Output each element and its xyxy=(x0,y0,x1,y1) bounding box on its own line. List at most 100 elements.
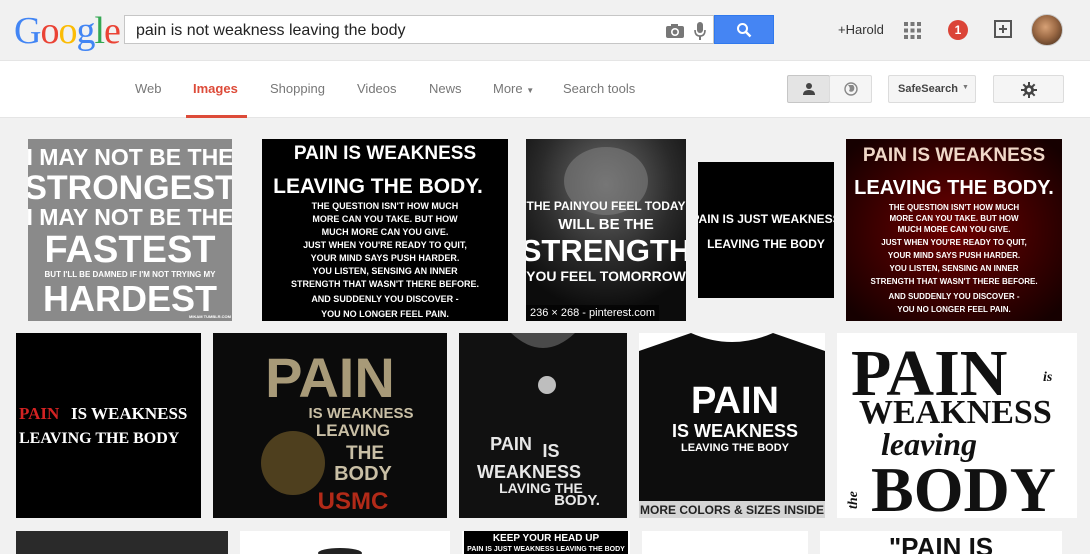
image-result[interactable] xyxy=(240,531,450,554)
logo-letter: l xyxy=(94,10,105,52)
image-text: KEEP YOUR HEAD UP xyxy=(493,533,600,544)
search-button[interactable] xyxy=(714,15,774,44)
image-thumbnail: PAIN IS WEAKNESS LEAVING THE BODY MORE C… xyxy=(639,333,825,518)
image-text: BODY xyxy=(334,463,392,485)
safesearch-label: SafeSearch xyxy=(898,83,958,95)
user-link[interactable]: +Harold xyxy=(838,22,884,37)
tab-web[interactable]: Web xyxy=(135,81,162,96)
image-result[interactable]: PAIN IS WEAKNESS LEAVING THE BODY USMC xyxy=(213,333,447,518)
image-text: I MAY NOT BE THE xyxy=(28,144,232,170)
image-thumbnail xyxy=(16,531,228,554)
image-text: "PAIN IS xyxy=(889,532,993,554)
image-result[interactable]: PAIN IS WEAKNESS LEAVING THE BODY. THE Q… xyxy=(846,139,1062,321)
image-text: MUCH MORE CAN YOU GIVE. xyxy=(898,225,1011,234)
image-thumbnail: PAIN IS WEAKNESS LEAVING THE BODY. THE Q… xyxy=(262,139,508,321)
image-result[interactable]: PAIN IS WEAKNESS LEAVING THE BODY. THE Q… xyxy=(262,139,508,321)
image-text: PAIN IS JUST WEAKNESS xyxy=(698,212,834,226)
image-text: IS WEAKNESS xyxy=(672,421,798,441)
image-result[interactable]: PAIN IS WEAKNESS LEAVING THE BODY xyxy=(16,333,201,518)
camera-icon[interactable] xyxy=(665,23,685,39)
image-result[interactable] xyxy=(16,531,228,554)
image-text: MORE CAN YOU TAKE. BUT HOW xyxy=(889,214,1018,223)
active-tab-indicator xyxy=(186,115,247,118)
avatar[interactable] xyxy=(1031,14,1063,46)
image-text: PAIN xyxy=(265,346,395,409)
image-text: THE QUESTION ISN'T HOW MUCH xyxy=(889,203,1020,212)
image-text: WEAKNESS xyxy=(477,462,581,482)
tab-shopping[interactable]: Shopping xyxy=(270,81,325,96)
search-icon xyxy=(737,23,752,38)
image-result[interactable]: PAIN IS WEAKNESS LEAVING THE BODY MORE C… xyxy=(639,333,825,518)
image-result[interactable]: KEEP YOUR HEAD UP PAIN IS JUST WEAKNESS … xyxy=(462,531,630,554)
tab-search-tools[interactable]: Search tools xyxy=(563,81,635,96)
image-thumbnail: PAIN IS JUST WEAKNESS LEAVING THE BODY xyxy=(698,162,834,298)
microphone-icon[interactable] xyxy=(693,21,707,41)
image-text: STRONGEST xyxy=(28,169,232,207)
logo-letter: e xyxy=(104,10,121,52)
tab-videos[interactable]: Videos xyxy=(357,81,397,96)
tab-news[interactable]: News xyxy=(429,81,462,96)
image-text: HARDEST xyxy=(43,278,217,319)
tab-more[interactable]: More ▼ xyxy=(493,81,534,96)
image-text: PAIN xyxy=(490,434,532,454)
apps-grid-icon[interactable] xyxy=(904,22,921,39)
image-thumbnail: PAIN IS WEAKNESS LEAVING THE BODY USMC xyxy=(213,333,447,518)
logo-letter: o xyxy=(58,10,77,52)
image-thumbnail: PAIN IS WEAKNESS LEAVING THE BODY. THE Q… xyxy=(846,139,1062,321)
search-input[interactable]: pain is not weakness leaving the body xyxy=(124,15,714,44)
image-text: the xyxy=(846,491,861,509)
image-result[interactable]: I MAY NOT BE THE STRONGEST I MAY NOT BE … xyxy=(28,139,232,321)
image-text: MORE CAN YOU TAKE. BUT HOW xyxy=(312,214,458,224)
image-text: YOU NO LONGER FEEL PAIN. xyxy=(321,309,449,319)
image-result[interactable]: THE PAINYOU FEEL TODAY WILL BE THE STREN… xyxy=(526,139,686,321)
image-text: I MAY NOT BE THE xyxy=(28,204,232,230)
image-caption: 236 × 268 - pinterest.com xyxy=(526,305,660,321)
image-text: LEAVING THE BODY. xyxy=(854,177,1054,199)
image-text: LEAVING THE BODY xyxy=(19,430,180,447)
image-result[interactable] xyxy=(642,531,808,554)
safesearch-dropdown[interactable]: SafeSearch ▼ xyxy=(888,75,976,103)
global-results-button[interactable] xyxy=(829,75,872,103)
tab-images[interactable]: Images xyxy=(193,81,238,96)
image-result[interactable]: PAIN IS WEAKNESS LAVING THE BODY. xyxy=(459,333,627,518)
search-nav-bar: Web Images Shopping Videos News More ▼ S… xyxy=(0,60,1090,118)
image-text: IS WEAKNESS xyxy=(71,404,187,423)
google-logo[interactable]: Google xyxy=(14,10,121,52)
image-thumbnail xyxy=(642,531,808,554)
image-text: YOU LISTEN, SENSING AN INNER xyxy=(312,266,458,276)
image-thumbnail: PAIN IS WEAKNESS LEAVING THE BODY xyxy=(16,333,201,518)
image-text: THE xyxy=(346,443,384,464)
image-text: IS WEAKNESS xyxy=(308,405,413,422)
image-text: STRENGTH xyxy=(526,233,686,268)
image-text: YOU LISTEN, SENSING AN INNER xyxy=(889,264,1018,273)
image-thumbnail: PAIN IS WEAKNESS LAVING THE BODY. xyxy=(459,333,627,518)
top-bar: Google pain is not weakness leaving the … xyxy=(0,0,1090,60)
image-text: STRENGTH THAT WASN'T THERE BEFORE. xyxy=(870,277,1037,286)
image-text: AND SUDDENLY YOU DISCOVER - xyxy=(889,292,1020,301)
share-plus-icon[interactable] xyxy=(993,19,1013,39)
settings-button[interactable] xyxy=(993,75,1064,103)
image-text: YOUR MIND SAYS PUSH HARDER. xyxy=(888,251,1020,260)
personal-results-button[interactable] xyxy=(787,75,830,103)
image-text: PAIN IS WEAKNESS xyxy=(863,145,1045,166)
image-text: BODY xyxy=(871,454,1056,518)
image-thumbnail: KEEP YOUR HEAD UP PAIN IS JUST WEAKNESS … xyxy=(462,531,630,554)
image-result[interactable]: "PAIN IS xyxy=(820,531,1062,554)
image-text: PAIN IS WEAKNESS xyxy=(294,143,476,164)
search-query[interactable]: pain is not weakness leaving the body xyxy=(136,22,406,40)
image-text: MIKAM TUMBLR.COM xyxy=(189,314,232,319)
gear-icon xyxy=(1021,82,1037,98)
image-text: MORE COLORS & SIZES INSIDE xyxy=(640,503,824,517)
image-thumbnail: PAIN is WEAKNESS leaving the BODY xyxy=(837,333,1077,518)
image-text: MUCH MORE CAN YOU GIVE. xyxy=(322,227,449,237)
image-text: LEAVING xyxy=(316,421,390,440)
tab-more-label: More xyxy=(493,81,523,96)
image-result[interactable]: PAIN is WEAKNESS leaving the BODY xyxy=(837,333,1077,518)
image-result[interactable]: PAIN IS JUST WEAKNESS LEAVING THE BODY xyxy=(698,162,834,298)
image-text: PAIN xyxy=(19,404,60,423)
image-text: is xyxy=(1043,370,1053,385)
image-text: JUST WHEN YOU'RE READY TO QUIT, xyxy=(303,240,467,250)
image-text: WILL BE THE xyxy=(558,216,654,233)
notification-badge[interactable]: 1 xyxy=(948,20,968,40)
image-text: STRENGTH THAT WASN'T THERE BEFORE. xyxy=(291,279,479,289)
